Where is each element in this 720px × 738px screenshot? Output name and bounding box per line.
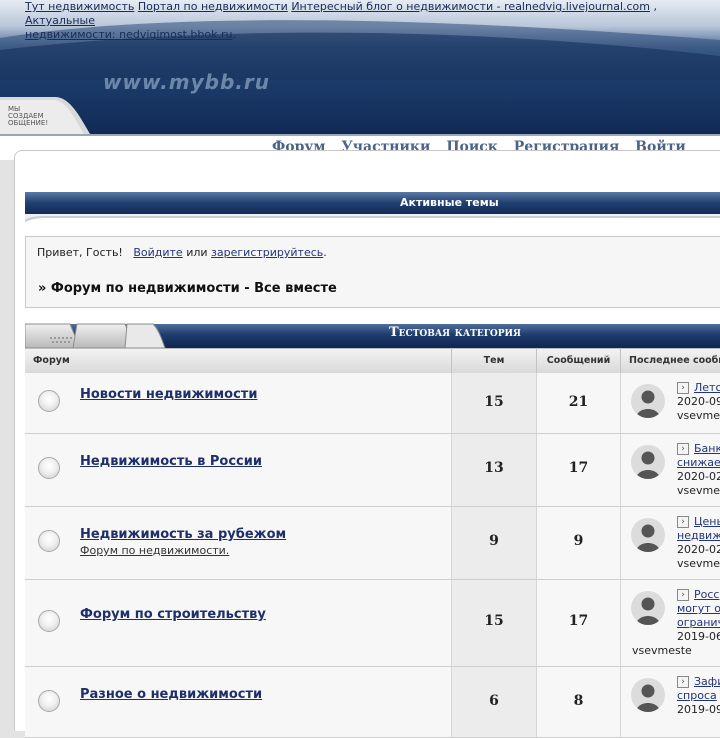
forum-status-icon: [38, 610, 60, 632]
greeting-line: Привет, Гость! Войдите или зарегистрируй…: [37, 246, 327, 259]
last-post-date: 2019-09: [677, 703, 720, 716]
last-post-date: 2019-06: [677, 630, 720, 643]
last-post-cell: › Цены недвиж 2020-02 vsevme: [621, 507, 720, 579]
forum-status-icon: [38, 390, 60, 412]
col-last-post: Последнее сообщ: [629, 355, 720, 366]
greeting-or: или: [186, 246, 208, 259]
forum-table-header: Форум Тем Сообщений Последнее сообщ: [25, 348, 720, 374]
forum-link[interactable]: Разное о недвижимости: [80, 687, 262, 702]
last-post-cell: › Зафи спроса 2019-09: [621, 667, 720, 737]
col-posts: Сообщений: [537, 349, 621, 373]
user-avatar-icon: [631, 445, 665, 479]
last-post-user[interactable]: vsevmeste: [632, 644, 692, 657]
last-post-title[interactable]: Зафи спроса: [677, 675, 720, 703]
forum-description[interactable]: Форум по недвижимости.: [80, 544, 229, 557]
last-post-info: Росс могут о огранич 2019-06: [677, 588, 720, 644]
last-post-cell: › Банк снижае 2020-02 vsevme: [621, 434, 720, 506]
login-link[interactable]: Войдите: [133, 246, 182, 259]
header-links: Тут недвижимость Портал по недвижимости …: [25, 0, 658, 41]
header-link-4[interactable]: Актуальные: [25, 14, 95, 27]
greeting-prefix: Привет, Гость!: [37, 246, 123, 259]
active-topics-bar: [25, 192, 720, 222]
topics-count: 15: [484, 613, 504, 629]
posts-cell: 17: [537, 434, 621, 506]
user-avatar-icon: [631, 518, 665, 552]
last-post-title[interactable]: Банк снижае: [677, 442, 720, 470]
user-avatar-icon: [631, 678, 665, 712]
last-post-date: 2020-02: [677, 470, 720, 483]
last-post-date: 2020-02: [677, 543, 720, 556]
forum-cell: Форум по строительству: [25, 580, 452, 666]
forum-status-icon: [38, 457, 60, 479]
forum-row: Новости недвижимости 15 21 › Лето 2020-0…: [25, 373, 720, 434]
last-post-cell: › Росс могут о огранич 2019-06 vsevmeste: [621, 580, 720, 666]
posts-cell: 17: [537, 580, 621, 666]
header-link-separator: ,: [653, 0, 658, 13]
forum-link[interactable]: Новости недвижимости: [80, 387, 257, 402]
last-post-info: Лето 2020-09 vsevme: [677, 381, 720, 423]
brand-url: www.mybb.ru: [103, 70, 270, 94]
header-link-1[interactable]: Тут недвижимость: [25, 0, 134, 13]
last-post-title[interactable]: Лето: [677, 381, 720, 395]
register-link[interactable]: зарегистрируйтесь: [211, 246, 323, 259]
topics-count: 15: [484, 394, 504, 410]
posts-count: 9: [573, 533, 584, 549]
site-header: Тут недвижимость Портал по недвижимости …: [0, 0, 720, 134]
posts-cell: 8: [537, 667, 621, 737]
posts-count: 17: [568, 460, 589, 476]
forum-row: Форум по строительству 15 17 › Росс могу…: [25, 580, 720, 667]
header-link-2[interactable]: Портал по недвижимости: [138, 0, 288, 13]
category-title[interactable]: Тестовая категория: [389, 325, 521, 340]
last-post-info: Банк снижае 2020-02 vsevme: [677, 442, 720, 498]
posts-count: 21: [568, 394, 589, 410]
forum-cell: Разное о недвижимости: [25, 667, 452, 737]
last-post-user[interactable]: vsevme: [677, 484, 720, 498]
last-post-title[interactable]: Росс могут о огранич: [677, 588, 720, 630]
topics-cell: 15: [452, 373, 537, 433]
posts-cell: 9: [537, 507, 621, 579]
forum-status-icon: [38, 690, 60, 712]
last-post-user[interactable]: vsevme: [677, 557, 720, 571]
category-bar: [25, 323, 720, 348]
user-avatar-icon: [631, 591, 665, 625]
forum-row: Разное о недвижимости 6 8 › Зафи спроса …: [25, 667, 720, 738]
forum-cell: Недвижимость за рубежом Форум по недвижи…: [25, 507, 452, 579]
col-forum: Форум: [25, 349, 452, 373]
header-link-3[interactable]: Интересный блог о недвижимости - realned…: [291, 0, 650, 13]
col-topics: Тем: [452, 349, 537, 373]
breadcrumb: » Форум по недвижимости - Все вместе: [38, 281, 337, 296]
forum-row: Недвижимость за рубежом Форум по недвижи…: [25, 507, 720, 580]
header-link-5[interactable]: недвижимости: nedvigimost.bbok.ru: [25, 28, 232, 41]
header-badge-text: мы создаем общение!: [8, 105, 49, 127]
topics-count: 6: [489, 693, 499, 709]
last-post-user[interactable]: vsevme: [677, 409, 720, 423]
topics-count: 13: [484, 460, 504, 476]
posts-count: 8: [573, 693, 584, 709]
last-post-title[interactable]: Цены недвиж: [677, 515, 720, 543]
topics-cell: 15: [452, 580, 537, 666]
forum-link[interactable]: Форум по строительству: [80, 607, 266, 622]
forum-cell: Недвижимость в России: [25, 434, 452, 506]
forum-link[interactable]: Недвижимость за рубежом: [80, 527, 286, 542]
forum-row: Недвижимость в России 13 17 › Банк снижа…: [25, 434, 720, 507]
last-post-cell: › Лето 2020-09 vsevme: [621, 373, 720, 433]
forum-status-icon: [38, 530, 60, 552]
active-topics-title[interactable]: Активные темы: [400, 196, 499, 209]
greeting-suffix: .: [323, 246, 327, 259]
topics-cell: 13: [452, 434, 537, 506]
user-avatar-icon: [631, 384, 665, 418]
forum-cell: Новости недвижимости: [25, 373, 452, 433]
posts-cell: 21: [537, 373, 621, 433]
topics-cell: 6: [452, 667, 537, 737]
topics-cell: 9: [452, 507, 537, 579]
forum-link[interactable]: Недвижимость в России: [80, 454, 262, 469]
last-post-info: Зафи спроса 2019-09: [677, 675, 720, 717]
topics-count: 9: [489, 533, 499, 549]
last-post-info: Цены недвиж 2020-02 vsevme: [677, 515, 720, 571]
last-post-date: 2020-09: [677, 395, 720, 408]
posts-count: 17: [568, 613, 589, 629]
